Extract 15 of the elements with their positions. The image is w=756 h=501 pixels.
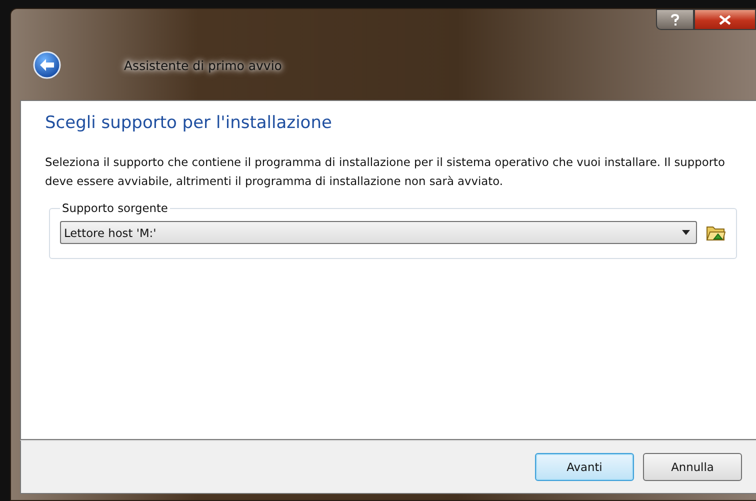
dropdown-caret-icon: [682, 230, 690, 235]
dialog-button[interactable]: Annulla: [643, 453, 742, 481]
close-icon: [719, 14, 731, 24]
help-button[interactable]: [656, 9, 694, 30]
dialog-button[interactable]: Avanti: [535, 453, 634, 481]
folder-icon: [706, 224, 726, 242]
browse-button[interactable]: [706, 224, 726, 242]
window-title: Assistente di primo avvio: [124, 58, 282, 72]
source-dropdown[interactable]: Lettore host 'M:': [60, 221, 697, 244]
back-button[interactable]: [33, 51, 61, 79]
group-label: Supporto sorgente: [61, 201, 169, 215]
page-heading: Scegli supporto per l'installazione: [45, 113, 333, 133]
help-icon: [670, 14, 680, 26]
description-text: Seleziona il supporto che contiene il programma di installazione per il sistema operativo che vuoi installare. Il supporto deve essere avviabile, altrimenti il programma di installazione non sarà avviato.: [45, 154, 726, 190]
close-button[interactable]: [694, 9, 756, 30]
